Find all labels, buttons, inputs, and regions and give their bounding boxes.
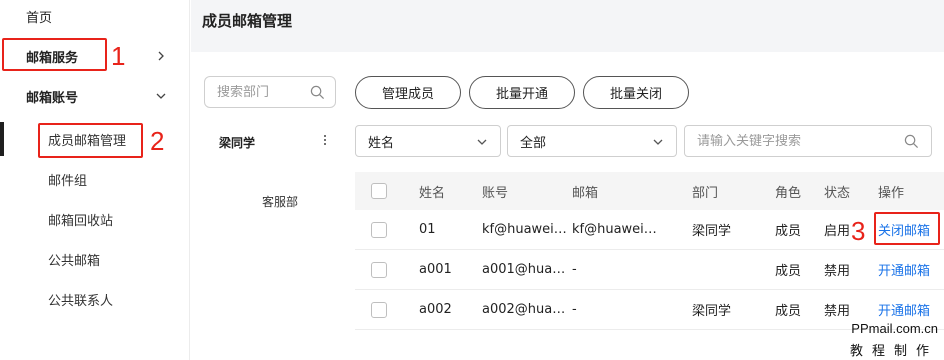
cell-department [692,250,752,289]
chevron-right-icon [154,49,168,63]
column-header-action: 操作 [878,185,905,201]
manage-members-button[interactable]: 管理成员 [355,76,461,109]
sidebar-item-mail-groups[interactable]: 邮件组 [0,159,190,199]
cell-mailbox: - [572,302,577,317]
column-header-mailbox: 邮箱 [572,185,599,201]
cell-mailbox: kf@huawei… [572,222,657,237]
table-row: a001 a001@hua… - 成员 禁用 开通邮箱 [355,250,944,290]
cell-account: a002@hua… [482,302,566,317]
sidebar-item-label: 公共联系人 [48,293,114,309]
sidebar-item-mail-accounts[interactable]: 邮箱账号 [0,76,190,116]
status-select[interactable]: 全部 [507,125,677,157]
watermark-caption: 教程制作 [849,344,938,359]
cell-name: a001 [419,262,452,277]
chevron-down-icon [154,89,168,103]
sidebar-item-home[interactable]: 首页 [0,0,190,36]
sidebar-item-public-mailbox[interactable]: 公共邮箱 [0,239,190,279]
column-header-account: 账号 [482,185,509,201]
chevron-down-icon [652,136,664,152]
chevron-down-icon [476,136,488,152]
sidebar-item-recycle-bin[interactable]: 邮箱回收站 [0,199,190,239]
more-vertical-icon[interactable] [320,131,330,149]
row-checkbox[interactable] [371,261,387,278]
field-select-value: 姓名 [368,135,395,151]
org-child-node[interactable]: 客服部 [262,193,298,210]
cell-department: 梁同学 [692,304,732,319]
department-search-input[interactable] [217,84,305,100]
sidebar-item-label: 邮箱账号 [26,90,79,106]
bulk-open-button[interactable]: 批量开通 [469,76,575,109]
sidebar-item-public-contacts[interactable]: 公共联系人 [0,279,190,319]
org-root-node[interactable]: 梁同学 [219,134,255,151]
cell-name: a002 [419,302,452,317]
cell-status: 禁用 [824,264,851,279]
cell-account: kf@huawei… [482,222,567,237]
page-title: 成员邮箱管理 [202,12,293,30]
open-mailbox-link[interactable]: 开通邮箱 [878,250,940,289]
cell-role: 成员 [775,264,802,279]
annotation-number-1: 1 [111,41,126,71]
cell-account: a001@hua… [482,262,566,277]
cell-role: 成员 [775,224,802,239]
sidebar-item-label: 公共邮箱 [48,253,101,269]
bulk-close-button[interactable]: 批量关闭 [583,76,689,109]
keyword-search-input[interactable] [697,133,897,149]
sidebar-item-label: 首页 [26,10,53,26]
cell-role: 成员 [775,304,802,319]
row-checkbox[interactable] [371,301,387,318]
annotation-box-3 [874,212,940,245]
cell-mailbox: - [572,262,577,277]
cell-name: 01 [419,222,436,237]
column-header-department: 部门 [692,185,719,201]
row-checkbox[interactable] [371,221,387,238]
cell-department: 梁同学 [692,224,732,239]
status-select-value: 全部 [520,135,547,151]
table-header: 姓名 账号 邮箱 部门 角色 状态 操作 [355,172,944,210]
column-header-name: 姓名 [419,185,446,201]
search-icon[interactable] [904,134,919,153]
sidebar-item-label: 邮箱回收站 [48,213,114,229]
watermark-site: PPmail.com.cn [851,321,938,336]
select-all-checkbox[interactable] [371,183,387,199]
column-header-status: 状态 [824,185,851,201]
department-search[interactable] [204,76,336,108]
sidebar-item-label: 邮件组 [48,173,88,189]
search-icon[interactable] [310,85,325,104]
column-header-role: 角色 [775,185,802,201]
field-select[interactable]: 姓名 [355,125,501,157]
annotation-box-1 [2,38,107,71]
annotation-number-2: 2 [150,126,165,156]
annotation-box-2 [38,123,143,158]
annotation-number-3: 3 [851,216,866,246]
keyword-search[interactable] [684,125,932,157]
